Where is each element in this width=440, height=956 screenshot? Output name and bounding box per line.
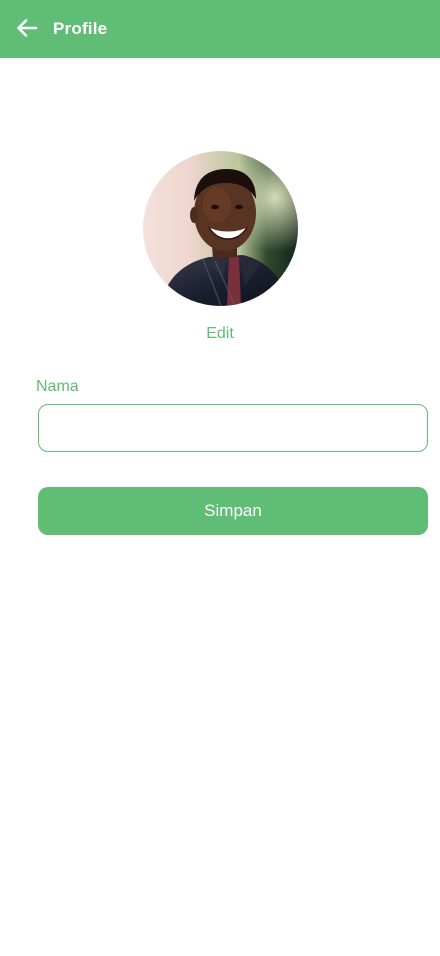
page-title: Profile [53,19,108,38]
name-label: Nama [36,378,79,395]
arrow-left-icon [17,19,38,37]
profile-photo [143,151,298,306]
name-input[interactable] [38,404,428,452]
save-button[interactable]: Simpan [38,487,428,535]
avatar[interactable] [143,151,298,306]
app-bar: Profile [0,0,440,58]
edit-photo-link[interactable]: Edit [0,324,440,344]
back-button[interactable] [14,15,40,41]
